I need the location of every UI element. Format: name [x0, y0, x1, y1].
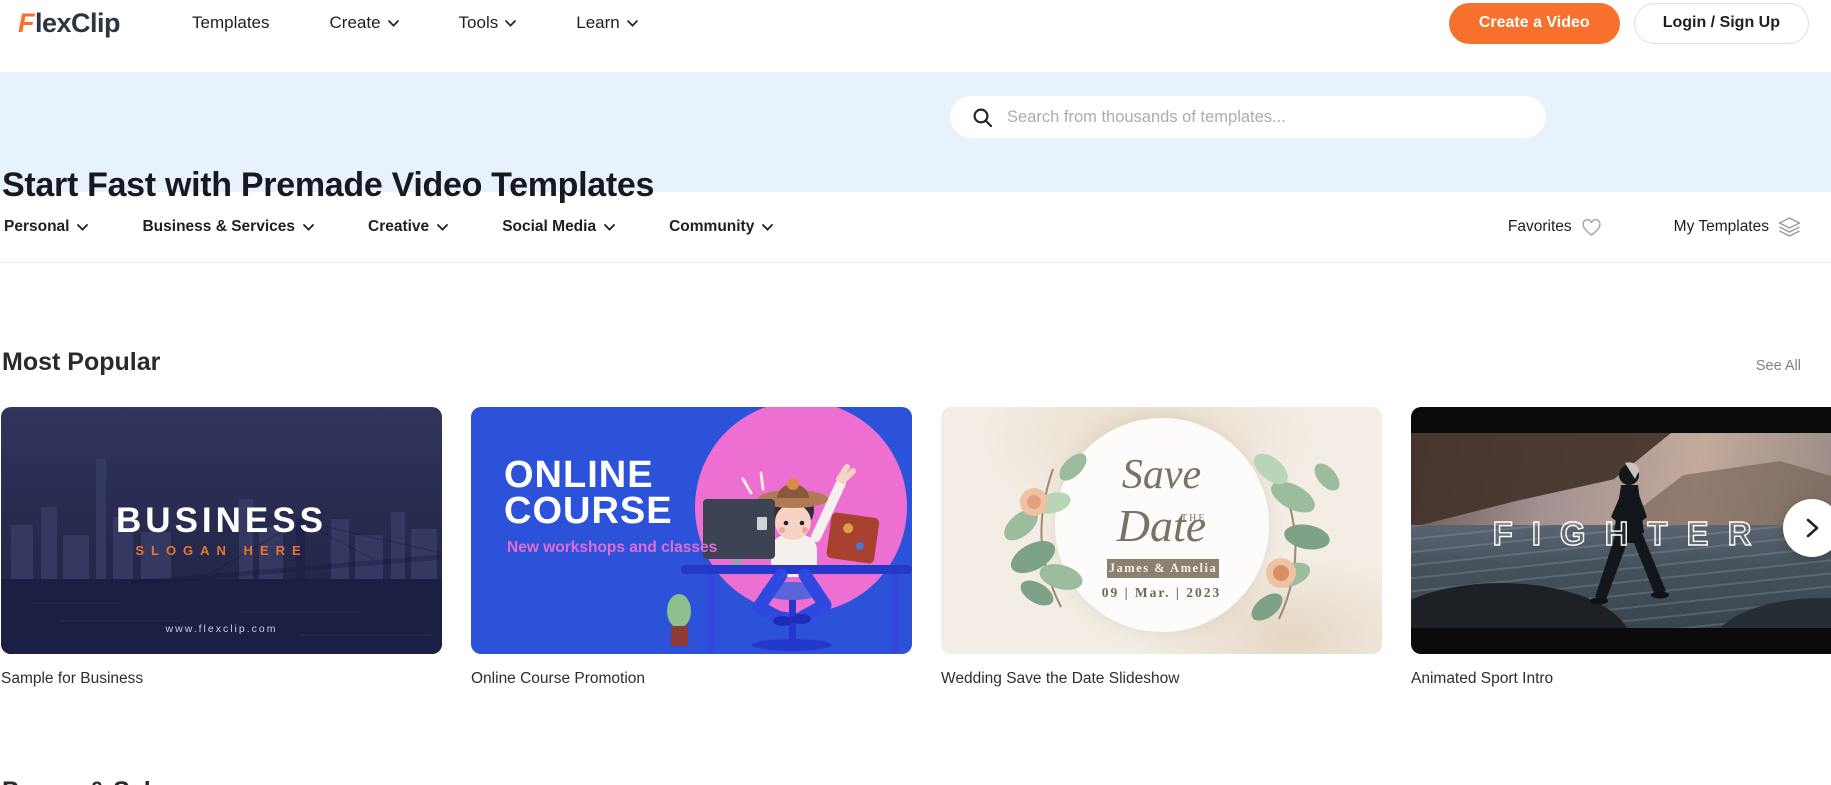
template-card-business[interactable]: BUSINESS SLOGAN HERE www.flexclip.com — [1, 407, 442, 654]
category-creative[interactable]: Creative — [368, 218, 449, 236]
search-icon — [973, 107, 993, 127]
see-all-link[interactable]: See All — [1756, 358, 1801, 374]
card-art-subtitle: New workshops and classes — [507, 539, 718, 556]
next-section-title: Promo & Sales — [2, 777, 178, 785]
section-title: Most Popular — [2, 348, 161, 376]
chevron-down-icon — [626, 19, 638, 27]
most-popular-header: Most Popular See All — [0, 348, 1831, 377]
template-caption: Animated Sport Intro — [1411, 670, 1554, 687]
card-art-date-word: Date — [1116, 500, 1207, 551]
search-input[interactable] — [1007, 107, 1528, 127]
card-art-subtitle: SLOGAN HERE — [135, 543, 308, 558]
category-social-media[interactable]: Social Media — [502, 218, 615, 236]
category-business-services[interactable]: Business & Services — [142, 218, 314, 236]
chevron-down-icon — [505, 19, 517, 27]
template-card-sport-intro[interactable]: FIGHTER — [1411, 407, 1831, 654]
template-caption: Sample for Business — [1, 670, 144, 687]
create-a-video-button[interactable]: Create a Video — [1448, 2, 1620, 44]
top-navbar: FlexClip Templates Create Tools Learn Cr… — [0, 0, 1831, 72]
chevron-down-icon — [604, 223, 615, 231]
favorites-link[interactable]: Favorites — [1508, 218, 1602, 237]
page-title: Start Fast with Premade Video Templates — [2, 166, 655, 204]
chevron-down-icon — [762, 223, 774, 231]
logo-text: lexClip — [35, 7, 121, 38]
hero-section: Start Fast with Premade Video Templates — [0, 72, 1831, 204]
nav-item-tools[interactable]: Tools — [459, 13, 517, 33]
chevron-down-icon — [437, 223, 449, 231]
card-art-title: BUSINESS — [116, 501, 327, 540]
nav-item-templates[interactable]: Templates — [192, 13, 269, 33]
template-caption: Online Course Promotion — [471, 670, 646, 687]
card-art-url: www.flexclip.com — [165, 623, 278, 635]
layers-icon — [1778, 217, 1801, 237]
template-search-bar[interactable] — [950, 96, 1546, 138]
card-art-title: FIGHTER — [1492, 514, 1771, 552]
category-community[interactable]: Community — [669, 218, 774, 236]
template-card-wedding[interactable]: Save THE Date James & Amelia 09 | Mar. |… — [941, 407, 1382, 654]
wedding-date: 09 | Mar. | 2023 — [1101, 585, 1222, 600]
card-art-title: ONLINE COURSE — [504, 454, 673, 532]
nav-item-learn[interactable]: Learn — [576, 13, 638, 33]
card-art-save: Save — [1121, 452, 1202, 498]
names-banner: James & Amelia — [1107, 559, 1219, 578]
heart-icon — [1582, 218, 1601, 236]
template-carousel: BUSINESS SLOGAN HERE www.flexclip.com Sa… — [0, 407, 1831, 688]
flexclip-logo[interactable]: FlexClip — [18, 7, 121, 39]
login-signup-button[interactable]: Login / Sign Up — [1633, 2, 1809, 44]
template-caption: Wedding Save the Date Slideshow — [941, 670, 1180, 687]
chevron-down-icon — [77, 223, 89, 231]
logo-f: F — [18, 7, 35, 38]
chevron-right-icon — [1806, 518, 1819, 538]
main-nav: Templates Create Tools Learn — [192, 2, 638, 44]
template-card-online-course[interactable]: ONLINE COURSE New workshops and classes — [471, 407, 912, 654]
chevron-down-icon — [303, 223, 314, 231]
nav-item-create[interactable]: Create — [330, 13, 399, 33]
chevron-down-icon — [387, 19, 399, 27]
category-personal[interactable]: Personal — [4, 218, 89, 236]
my-templates-link[interactable]: My Templates — [1674, 217, 1801, 237]
